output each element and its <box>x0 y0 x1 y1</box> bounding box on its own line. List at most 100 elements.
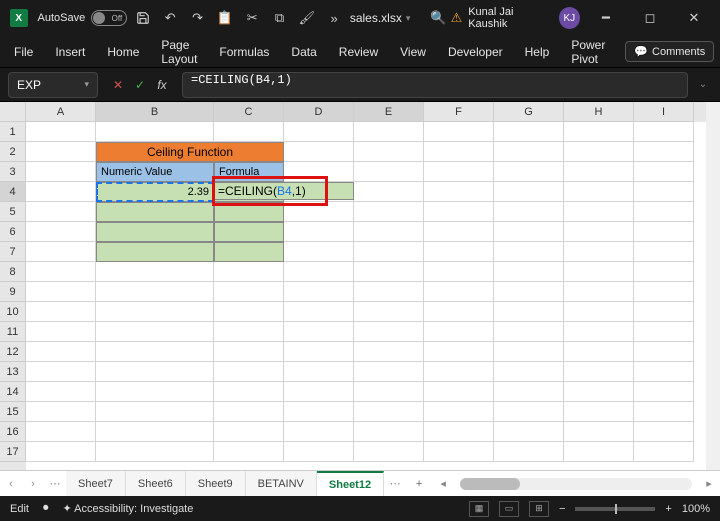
cell[interactable] <box>424 162 494 182</box>
document-title[interactable]: sales.xlsx ▾ <box>350 11 411 25</box>
cell[interactable] <box>424 402 494 422</box>
cell[interactable] <box>284 322 354 342</box>
cell[interactable] <box>354 162 424 182</box>
cell[interactable] <box>494 122 564 142</box>
cell[interactable] <box>26 342 96 362</box>
cell[interactable] <box>284 442 354 462</box>
tab-review[interactable]: Review <box>337 41 380 63</box>
row-header[interactable]: 5 <box>0 202 26 222</box>
new-sheet-button[interactable]: + <box>406 478 432 490</box>
sheet-overflow-icon[interactable]: ⋯ <box>384 477 406 490</box>
tab-scroll-left-icon[interactable]: ◂ <box>432 477 454 490</box>
cell[interactable] <box>26 222 96 242</box>
row-header[interactable]: 6 <box>0 222 26 242</box>
cell[interactable] <box>354 242 424 262</box>
row-header[interactable]: 2 <box>0 142 26 162</box>
close-button[interactable]: ✕ <box>672 4 716 32</box>
cell[interactable] <box>424 302 494 322</box>
cell[interactable] <box>96 402 214 422</box>
cell[interactable] <box>494 302 564 322</box>
cell[interactable] <box>26 122 96 142</box>
cell[interactable] <box>354 442 424 462</box>
tab-file[interactable]: File <box>12 41 35 63</box>
tab-data[interactable]: Data <box>289 41 318 63</box>
cell[interactable] <box>354 182 424 202</box>
page-break-view-icon[interactable]: ⊞ <box>529 501 549 517</box>
cell[interactable] <box>96 222 214 242</box>
macro-record-icon[interactable]: ⏺ <box>43 502 49 515</box>
sheet-tab-active[interactable]: Sheet12 <box>317 471 384 496</box>
cell[interactable] <box>494 222 564 242</box>
cell[interactable] <box>634 302 694 322</box>
cancel-icon[interactable]: ✕ <box>108 75 128 95</box>
zoom-out-icon[interactable]: − <box>559 503 565 515</box>
cell[interactable] <box>284 302 354 322</box>
cell[interactable] <box>214 282 284 302</box>
cell[interactable] <box>564 322 634 342</box>
cell[interactable] <box>26 282 96 302</box>
cell[interactable] <box>26 422 96 442</box>
cell[interactable] <box>634 182 694 202</box>
cell[interactable] <box>494 382 564 402</box>
cell[interactable] <box>424 262 494 282</box>
cell[interactable] <box>424 242 494 262</box>
col-header-I[interactable]: I <box>634 102 694 122</box>
formula-input[interactable]: =CEILING(B4,1) <box>182 72 688 98</box>
tab-developer[interactable]: Developer <box>446 41 505 63</box>
cell[interactable] <box>424 322 494 342</box>
format-painter-icon[interactable]: 🖌 <box>295 4 318 32</box>
cell[interactable] <box>96 262 214 282</box>
row-header[interactable]: 7 <box>0 242 26 262</box>
cell[interactable] <box>96 302 214 322</box>
cell[interactable] <box>284 122 354 142</box>
cell[interactable] <box>96 382 214 402</box>
cell-value[interactable]: 2.39 <box>96 182 214 202</box>
cell[interactable] <box>564 362 634 382</box>
cell[interactable] <box>564 122 634 142</box>
cell[interactable] <box>494 342 564 362</box>
zoom-slider[interactable] <box>575 507 655 511</box>
tab-formulas[interactable]: Formulas <box>217 41 271 63</box>
cell[interactable] <box>284 402 354 422</box>
cell[interactable] <box>634 162 694 182</box>
confirm-icon[interactable]: ✓ <box>130 75 150 95</box>
cell[interactable] <box>564 442 634 462</box>
col-header-F[interactable]: F <box>424 102 494 122</box>
cell[interactable] <box>564 342 634 362</box>
cell[interactable] <box>634 282 694 302</box>
tab-power-pivot[interactable]: Power Pivot <box>569 34 607 70</box>
sheet-tab[interactable]: Sheet9 <box>186 471 246 496</box>
row-header[interactable]: 12 <box>0 342 26 362</box>
cell[interactable] <box>354 382 424 402</box>
cell[interactable] <box>424 222 494 242</box>
cell[interactable] <box>284 202 354 222</box>
minimize-button[interactable]: ━ <box>584 4 628 32</box>
cell[interactable] <box>494 142 564 162</box>
cell[interactable] <box>354 122 424 142</box>
cell[interactable] <box>634 402 694 422</box>
cell[interactable] <box>424 122 494 142</box>
cell[interactable] <box>634 342 694 362</box>
cell[interactable] <box>564 382 634 402</box>
undo-icon[interactable]: ↶ <box>159 4 182 32</box>
select-all-triangle[interactable] <box>0 102 26 122</box>
cell[interactable] <box>214 222 284 242</box>
account-area[interactable]: ⚠ Kunal Jai Kaushik KJ <box>451 6 580 30</box>
cell[interactable] <box>284 262 354 282</box>
col-header-A[interactable]: A <box>26 102 96 122</box>
col-header-E[interactable]: E <box>354 102 424 122</box>
col-header-C[interactable]: C <box>214 102 284 122</box>
tab-help[interactable]: Help <box>523 41 552 63</box>
cell-header[interactable]: Numeric Value <box>96 162 214 182</box>
cell[interactable] <box>634 442 694 462</box>
normal-view-icon[interactable]: ▦ <box>469 501 489 517</box>
cell[interactable] <box>354 342 424 362</box>
cell[interactable] <box>214 422 284 442</box>
cell[interactable] <box>564 222 634 242</box>
cell[interactable] <box>564 422 634 442</box>
cell-title[interactable]: Ceiling Function <box>96 142 284 162</box>
cell[interactable] <box>96 322 214 342</box>
cell[interactable] <box>424 182 494 202</box>
cell[interactable] <box>214 442 284 462</box>
sheet-tab[interactable]: BETAINV <box>246 471 317 496</box>
